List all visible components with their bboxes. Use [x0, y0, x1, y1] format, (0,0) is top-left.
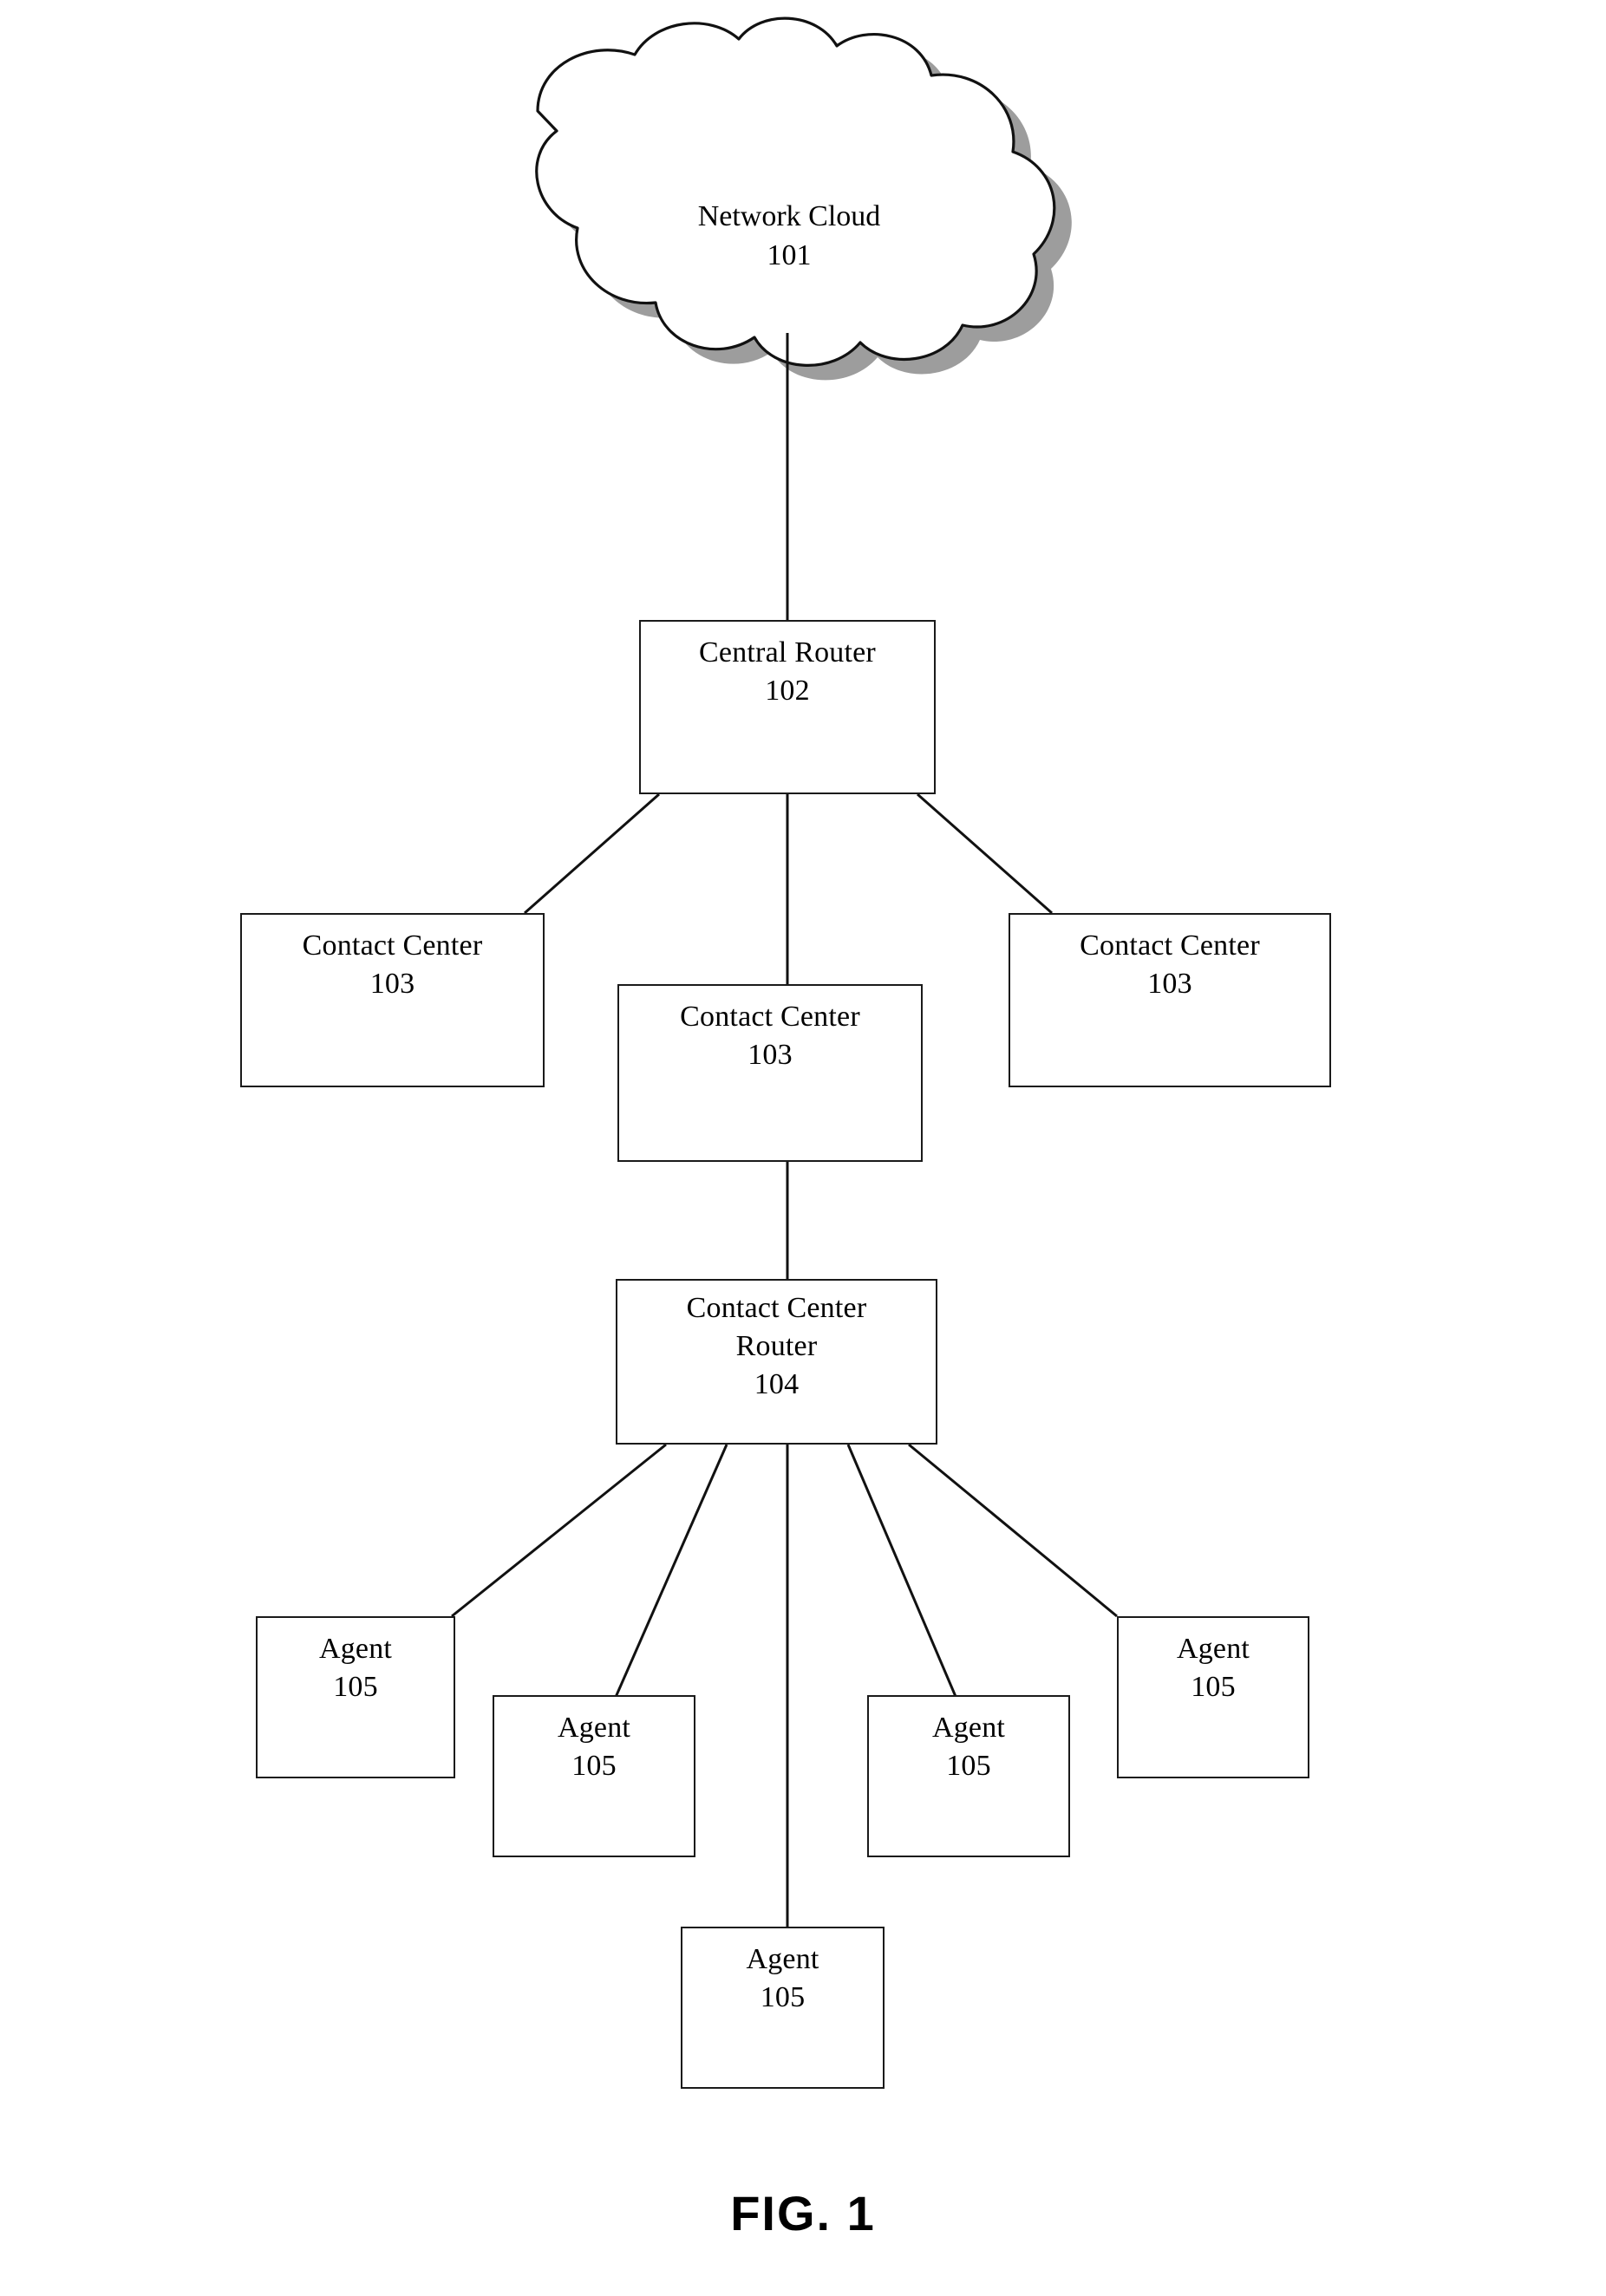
connector-central-router-to-contact-center-right — [917, 793, 1053, 915]
agent-2-ref: 105 — [571, 1750, 617, 1783]
central-router-title: Central Router — [699, 636, 876, 669]
contact-center-router-title-line1: Contact Center — [686, 1292, 867, 1324]
contact-center-router-ref: 104 — [754, 1368, 800, 1401]
network-cloud-title: Network Cloud — [697, 200, 881, 232]
connector-contact-center-router-to-agent-2 — [605, 1444, 728, 1718]
network-cloud-label: Network Cloud 101 — [555, 198, 1023, 276]
contact-center-left-ref: 103 — [369, 968, 415, 1001]
contact-center-router-title-line2: Router — [735, 1330, 818, 1363]
patent-figure-page: Network Cloud 101 Central Router 102 Con… — [0, 0, 1606, 2296]
contact-center-right-ref: 103 — [1147, 968, 1192, 1001]
node-contact-center-right[interactable]: Contact Center 103 — [1009, 913, 1331, 1087]
agent-3-title: Agent — [746, 1943, 819, 1975]
node-agent-4[interactable]: Agent 105 — [867, 1695, 1070, 1857]
agent-5-title: Agent — [1176, 1633, 1250, 1665]
agent-4-title: Agent — [931, 1712, 1006, 1744]
contact-center-right-title: Contact Center — [1080, 929, 1260, 962]
agent-1-title: Agent — [318, 1633, 393, 1665]
node-agent-1[interactable]: Agent 105 — [256, 1616, 455, 1778]
agent-5-ref: 105 — [1191, 1671, 1236, 1704]
network-cloud-shape — [535, 16, 1056, 367]
node-agent-5[interactable]: Agent 105 — [1117, 1616, 1309, 1778]
connector-central-router-to-contact-center-left — [524, 793, 660, 915]
connector-contact-center-router-to-agent-4 — [846, 1444, 966, 1718]
node-contact-center-middle[interactable]: Contact Center 103 — [617, 984, 923, 1162]
figure-caption: FIG. 1 — [730, 2186, 876, 2241]
contact-center-middle-title: Contact Center — [680, 1001, 860, 1033]
node-contact-center-router[interactable]: Contact Center Router 104 — [616, 1279, 937, 1445]
agent-2-title: Agent — [557, 1712, 631, 1744]
agent-4-ref: 105 — [946, 1750, 991, 1783]
node-central-router[interactable]: Central Router 102 — [639, 620, 936, 794]
connector-contact-center-router-to-agent-5 — [908, 1443, 1118, 1618]
contact-center-middle-ref: 103 — [748, 1039, 793, 1072]
central-router-ref: 102 — [765, 675, 810, 708]
agent-1-ref: 105 — [333, 1671, 378, 1704]
node-agent-2[interactable]: Agent 105 — [493, 1695, 695, 1857]
node-contact-center-left[interactable]: Contact Center 103 — [240, 913, 545, 1087]
agent-3-ref: 105 — [760, 1981, 806, 2014]
node-agent-3[interactable]: Agent 105 — [681, 1927, 885, 2089]
connector-contact-center-router-to-agent-1 — [451, 1443, 667, 1618]
contact-center-left-title: Contact Center — [302, 929, 483, 962]
network-cloud-ref: 101 — [767, 238, 812, 271]
